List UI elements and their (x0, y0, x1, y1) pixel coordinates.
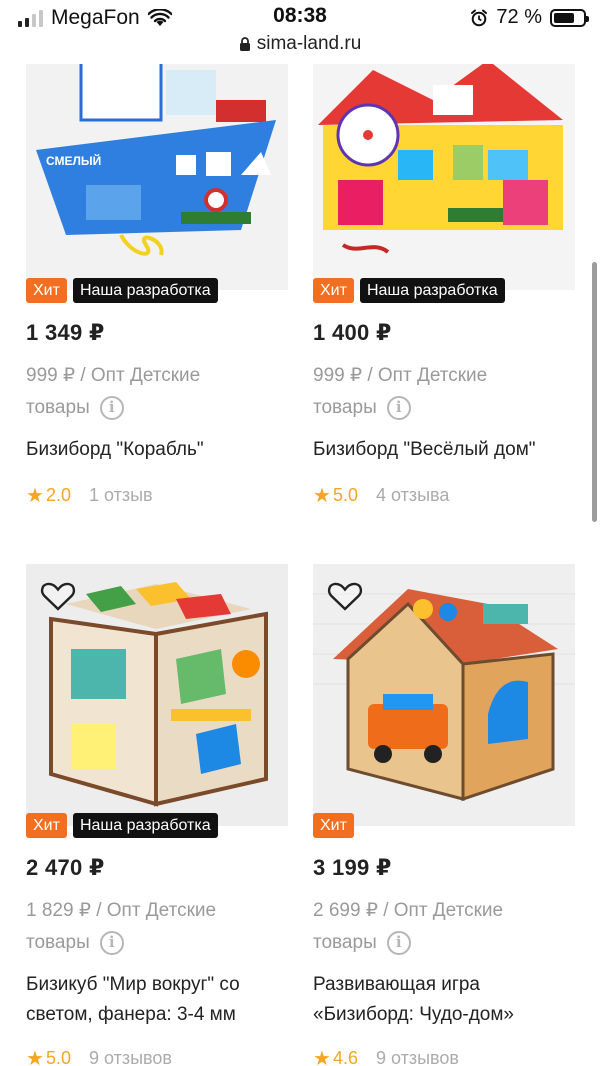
reviews-count[interactable]: 1 отзыв (89, 485, 153, 506)
battery-icon (550, 8, 589, 27)
product-badges: Хит Наша разработка (313, 278, 505, 303)
product-name[interactable]: Бизиборд "Весёлый дом" (313, 435, 575, 465)
product-price: 3 199 ₽ (313, 855, 392, 880)
lock-icon (239, 36, 250, 51)
product-price: 1 349 ₽ (26, 320, 105, 345)
info-circle-icon[interactable]: i (386, 395, 411, 420)
rating-value: 5.0 (45, 1048, 71, 1066)
heart-outline-icon[interactable] (327, 580, 363, 612)
product-image[interactable]: СМЕЛЫЙ (26, 30, 288, 290)
product-rating: ★ 2.0 1 отзыв (26, 483, 153, 508)
star-icon: ★ (26, 1048, 44, 1066)
status-bar: MegaFon 08:38 sima-land.ru 72 % (0, 0, 600, 64)
rating-value: 2.0 (45, 485, 71, 505)
hit-badge: Хит (313, 278, 354, 303)
rating-value: 5.0 (332, 485, 358, 505)
product-name[interactable]: Развивающая игра «Бизиборд: Чудо-дом» (313, 970, 575, 1030)
alarm-icon (471, 9, 488, 26)
reviews-count[interactable]: 9 отзывов (376, 1048, 459, 1066)
page-url: sima-land.ru (256, 33, 362, 54)
hit-badge: Хит (313, 813, 354, 838)
product-rating: ★ 4.6 9 отзывов (313, 1046, 459, 1066)
wholesale-price: 2 699 ₽ / Опт Детские товары i (313, 900, 504, 955)
wholesale-price: 999 ₽ / Опт Детские товары i (313, 365, 488, 420)
rating-value: 4.6 (332, 1048, 358, 1066)
battery-percent: 72 % (496, 6, 542, 28)
own-development-badge: Наша разработка (359, 278, 505, 303)
product-grid: СМЕЛЫЙ Хит Наша разработка 1 349 ₽ 999 ₽… (0, 0, 600, 1066)
own-development-badge: Наша разработка (72, 813, 218, 838)
svg-text:СМЕЛЫЙ: СМЕЛЫЙ (46, 153, 101, 168)
product-name[interactable]: Бизикуб "Мир вокруг" со светом, фанера: … (26, 970, 288, 1030)
product-rating: ★ 5.0 9 отзывов (26, 1046, 172, 1066)
reviews-count[interactable]: 9 отзывов (89, 1048, 172, 1066)
star-icon: ★ (313, 485, 331, 507)
product-rating: ★ 5.0 4 отзыва (313, 483, 449, 508)
star-icon: ★ (26, 485, 44, 507)
hit-badge: Хит (26, 278, 67, 303)
product-price: 1 400 ₽ (313, 320, 392, 345)
page-scrollbar[interactable] (592, 262, 597, 522)
device-status: 72 % (470, 6, 589, 29)
wholesale-price: 1 829 ₽ / Опт Детские товары i (26, 900, 217, 955)
product-image[interactable] (313, 564, 575, 826)
product-image[interactable] (313, 30, 575, 290)
star-icon: ★ (313, 1048, 331, 1066)
heart-outline-icon[interactable] (40, 580, 76, 612)
product-image[interactable] (26, 564, 288, 826)
product-badges: Хит Наша разработка (26, 278, 218, 303)
wholesale-price: 999 ₽ / Опт Детские товары i (26, 365, 201, 420)
info-circle-icon[interactable]: i (99, 395, 124, 420)
product-price: 2 470 ₽ (26, 855, 105, 880)
hit-badge: Хит (26, 813, 67, 838)
info-circle-icon[interactable]: i (99, 930, 124, 955)
own-development-badge: Наша разработка (72, 278, 218, 303)
info-circle-icon[interactable]: i (386, 930, 411, 955)
address-bar[interactable]: sima-land.ru (0, 33, 600, 55)
product-name[interactable]: Бизиборд "Корабль" (26, 435, 288, 465)
product-badges: Хит Наша разработка (26, 813, 218, 838)
reviews-count[interactable]: 4 отзыва (376, 485, 449, 506)
product-badges: Хит (313, 813, 354, 838)
